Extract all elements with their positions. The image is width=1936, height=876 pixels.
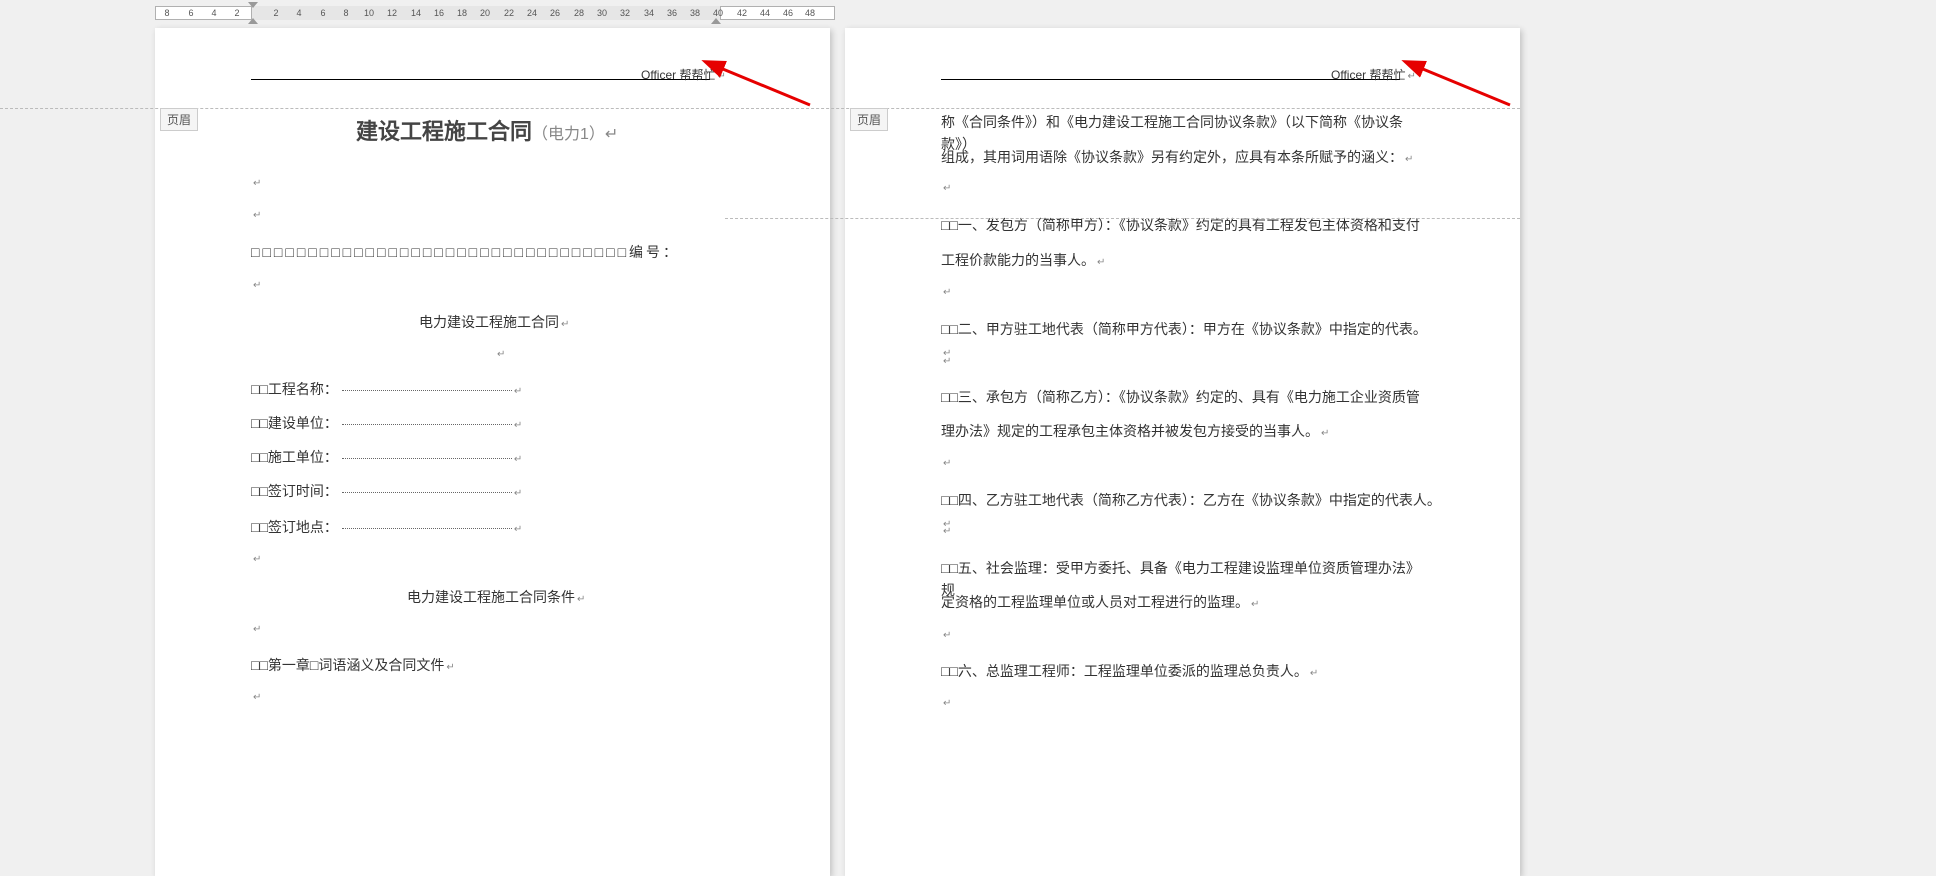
ruler-tick: 32 bbox=[620, 6, 630, 20]
p2-para4a: □□三、承包方（简称乙方）：《协议条款》约定的、具有《电力施工企业资质管 bbox=[941, 386, 1421, 408]
p2-blank-2 bbox=[941, 285, 951, 301]
ruler-tick: 28 bbox=[574, 6, 584, 20]
ruler-tick: 2 bbox=[273, 6, 278, 20]
ruler-tick: 36 bbox=[667, 6, 677, 20]
ruler-tick: 42 bbox=[737, 6, 747, 20]
ruler-tick: 44 bbox=[760, 6, 770, 20]
blank-line-6 bbox=[251, 622, 261, 638]
field-construct-unit: □□施工单位： bbox=[251, 446, 522, 468]
ruler-tick: 24 bbox=[527, 6, 537, 20]
ruler-tick: 30 bbox=[597, 6, 607, 20]
p2-para2b: 工程价款能力的当事人。 bbox=[941, 249, 1105, 271]
field-sign-time: □□签订时间： bbox=[251, 480, 522, 502]
ruler-tick: 22 bbox=[504, 6, 514, 20]
ruler-tick: 2 bbox=[234, 6, 239, 20]
ruler-tick: 20 bbox=[480, 6, 490, 20]
p2-para5: □□四、乙方驻工地代表（简称乙方代表）：乙方在《协议条款》中指定的代表人。 bbox=[941, 489, 1441, 534]
ruler-tick: 40 bbox=[713, 6, 723, 20]
header-label-p1[interactable]: 页眉 bbox=[160, 108, 198, 131]
ruler-tick: 8 bbox=[164, 6, 169, 20]
header-label-p2[interactable]: 页眉 bbox=[850, 108, 888, 131]
ruler-tick: 16 bbox=[434, 6, 444, 20]
field-sign-place: □□签订地点： bbox=[251, 516, 522, 538]
p2-para6b: 定资格的工程监理单位或人员对工程进行的监理。 bbox=[941, 591, 1259, 613]
p2-blank-4 bbox=[941, 456, 951, 472]
title-main: 建设工程施工合同 bbox=[356, 119, 532, 144]
ruler-tick: 38 bbox=[690, 6, 700, 20]
blank-line-2 bbox=[251, 208, 261, 224]
ruler-tick: 4 bbox=[296, 6, 301, 20]
field-build-unit: □□建设单位： bbox=[251, 412, 522, 434]
ruler-tick: 46 bbox=[783, 6, 793, 20]
blank-line-7 bbox=[251, 690, 261, 706]
ruler-tick: 6 bbox=[188, 6, 193, 20]
p2-blank-1 bbox=[941, 181, 951, 197]
ruler-tick: 12 bbox=[387, 6, 397, 20]
ruler-tick: 6 bbox=[320, 6, 325, 20]
blank-line-4 bbox=[495, 347, 505, 363]
ruler-tick: 4 bbox=[211, 6, 216, 20]
blank-line-3 bbox=[251, 278, 261, 294]
indent-marker-bottom-left[interactable] bbox=[248, 18, 258, 24]
annotation-dashed-line bbox=[725, 218, 1520, 219]
field-project-name: □□工程名称： bbox=[251, 378, 522, 400]
document-title: 建设工程施工合同（电力1）↵ bbox=[356, 114, 618, 146]
center-subtitle-1: 电力建设工程施工合同 bbox=[419, 311, 569, 333]
ruler-tick: 14 bbox=[411, 6, 421, 20]
p2-blank-6 bbox=[941, 628, 951, 644]
p2-para1b: 组成，其用词用语除《协议条款》另有约定外，应具有本条所赋予的涵义： bbox=[941, 146, 1421, 168]
ruler-tick: 8 bbox=[343, 6, 348, 20]
ruler-tick: 34 bbox=[644, 6, 654, 20]
ruler-tick: 10 bbox=[364, 6, 374, 20]
ruler-tick: 48 bbox=[805, 6, 815, 20]
page-1: Officer 帮帮忙 建设工程施工合同（电力1）↵ □□□□□□□□□□□□□… bbox=[155, 28, 830, 876]
blank-line-5 bbox=[251, 552, 261, 568]
title-sub: （电力1）↵ bbox=[532, 126, 618, 143]
p2-para4b: 理办法》规定的工程承包主体资格并被发包方接受的当事人。 bbox=[941, 420, 1329, 442]
header-text-p1: Officer 帮帮忙 bbox=[641, 66, 726, 83]
p2-blank-5 bbox=[941, 524, 951, 540]
indent-marker-top[interactable] bbox=[248, 2, 258, 8]
p2-para3: □□二、甲方驻工地代表（简称甲方代表）：甲方在《协议条款》中指定的代表。 bbox=[941, 318, 1431, 363]
header-text-p2: Officer 帮帮忙 bbox=[1331, 66, 1416, 83]
header-separator-dashed bbox=[0, 108, 1520, 109]
ruler[interactable]: 8642246810121416182022242628303234363840… bbox=[155, 6, 835, 20]
chapter-1-heading: □□第一章□词语涵义及合同文件 bbox=[251, 654, 455, 676]
blank-line-1 bbox=[251, 176, 261, 192]
p2-para7: □□六、总监理工程师：工程监理单位委派的监理总负责人。 bbox=[941, 660, 1318, 682]
page-2: Officer 帮帮忙 称《合同条件》）和《电力建设工程施工合同协议条款》（以下… bbox=[845, 28, 1520, 876]
numbering-line: □□□□□□□□□□□□□□□□□□□□□□□□□□□□□□□□□编号： bbox=[251, 241, 680, 263]
p2-blank-7 bbox=[941, 696, 951, 712]
ruler-tick: 18 bbox=[457, 6, 467, 20]
ruler-tick: 26 bbox=[550, 6, 560, 20]
center-subtitle-2: 电力建设工程施工合同条件 bbox=[407, 586, 585, 608]
p2-blank-3 bbox=[941, 354, 951, 370]
